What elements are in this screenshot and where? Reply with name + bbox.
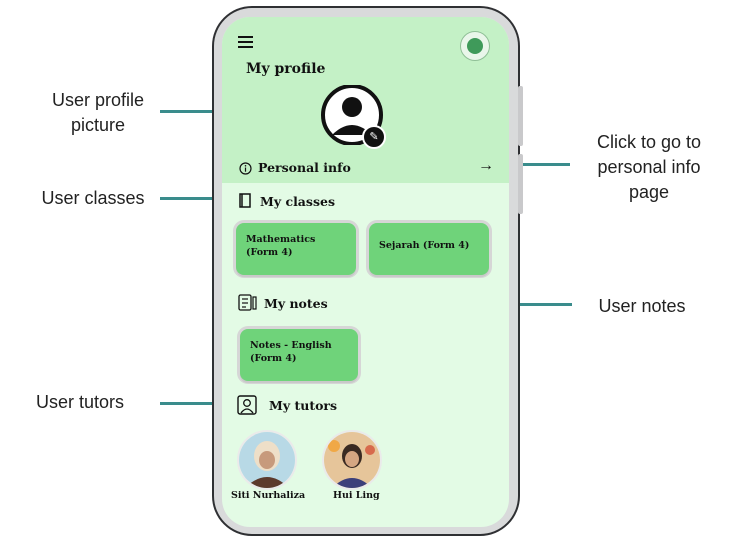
tutor-avatar[interactable] <box>237 430 297 490</box>
classes-heading: My classes <box>260 194 335 209</box>
callout-notes: User notes <box>598 296 686 316</box>
tutor-avatar[interactable] <box>322 430 382 490</box>
arrow-right-icon[interactable]: → <box>478 157 494 175</box>
personal-info-link[interactable]: Personal info <box>258 160 351 175</box>
book-icon <box>239 193 251 208</box>
notes-icon <box>238 294 257 311</box>
menu-icon[interactable] <box>238 36 253 48</box>
tutor-name: Hui Ling <box>333 490 380 501</box>
tutor-icon <box>237 395 257 415</box>
class-card[interactable]: Sejarah (Form 4) <box>369 223 489 275</box>
phone-side-button <box>518 86 523 146</box>
callout-personal-info: Click to go to personal info page <box>596 132 702 202</box>
callout-profile-picture: User profile picture <box>51 90 145 135</box>
callout-classes: User classes <box>41 188 145 208</box>
callout-tutors: User tutors <box>35 392 125 412</box>
tutor-photo-image <box>239 432 295 488</box>
info-icon <box>239 162 252 175</box>
note-card[interactable]: Notes - English (Form 4) <box>240 329 358 381</box>
class-card[interactable]: Mathematics (Form 4) <box>236 223 356 275</box>
tutors-heading: My tutors <box>269 398 338 413</box>
phone-side-button-2 <box>518 154 523 214</box>
logo-icon <box>460 31 490 61</box>
tutor-name: Siti Nurhaliza <box>231 490 306 501</box>
edit-icon[interactable]: ✎ <box>362 125 386 149</box>
phone-screen: My profile ✎ Personal info → My classes … <box>222 17 509 527</box>
tutor-photo-image <box>324 432 380 488</box>
notes-heading: My notes <box>264 296 328 311</box>
page-title: My profile <box>246 61 326 77</box>
